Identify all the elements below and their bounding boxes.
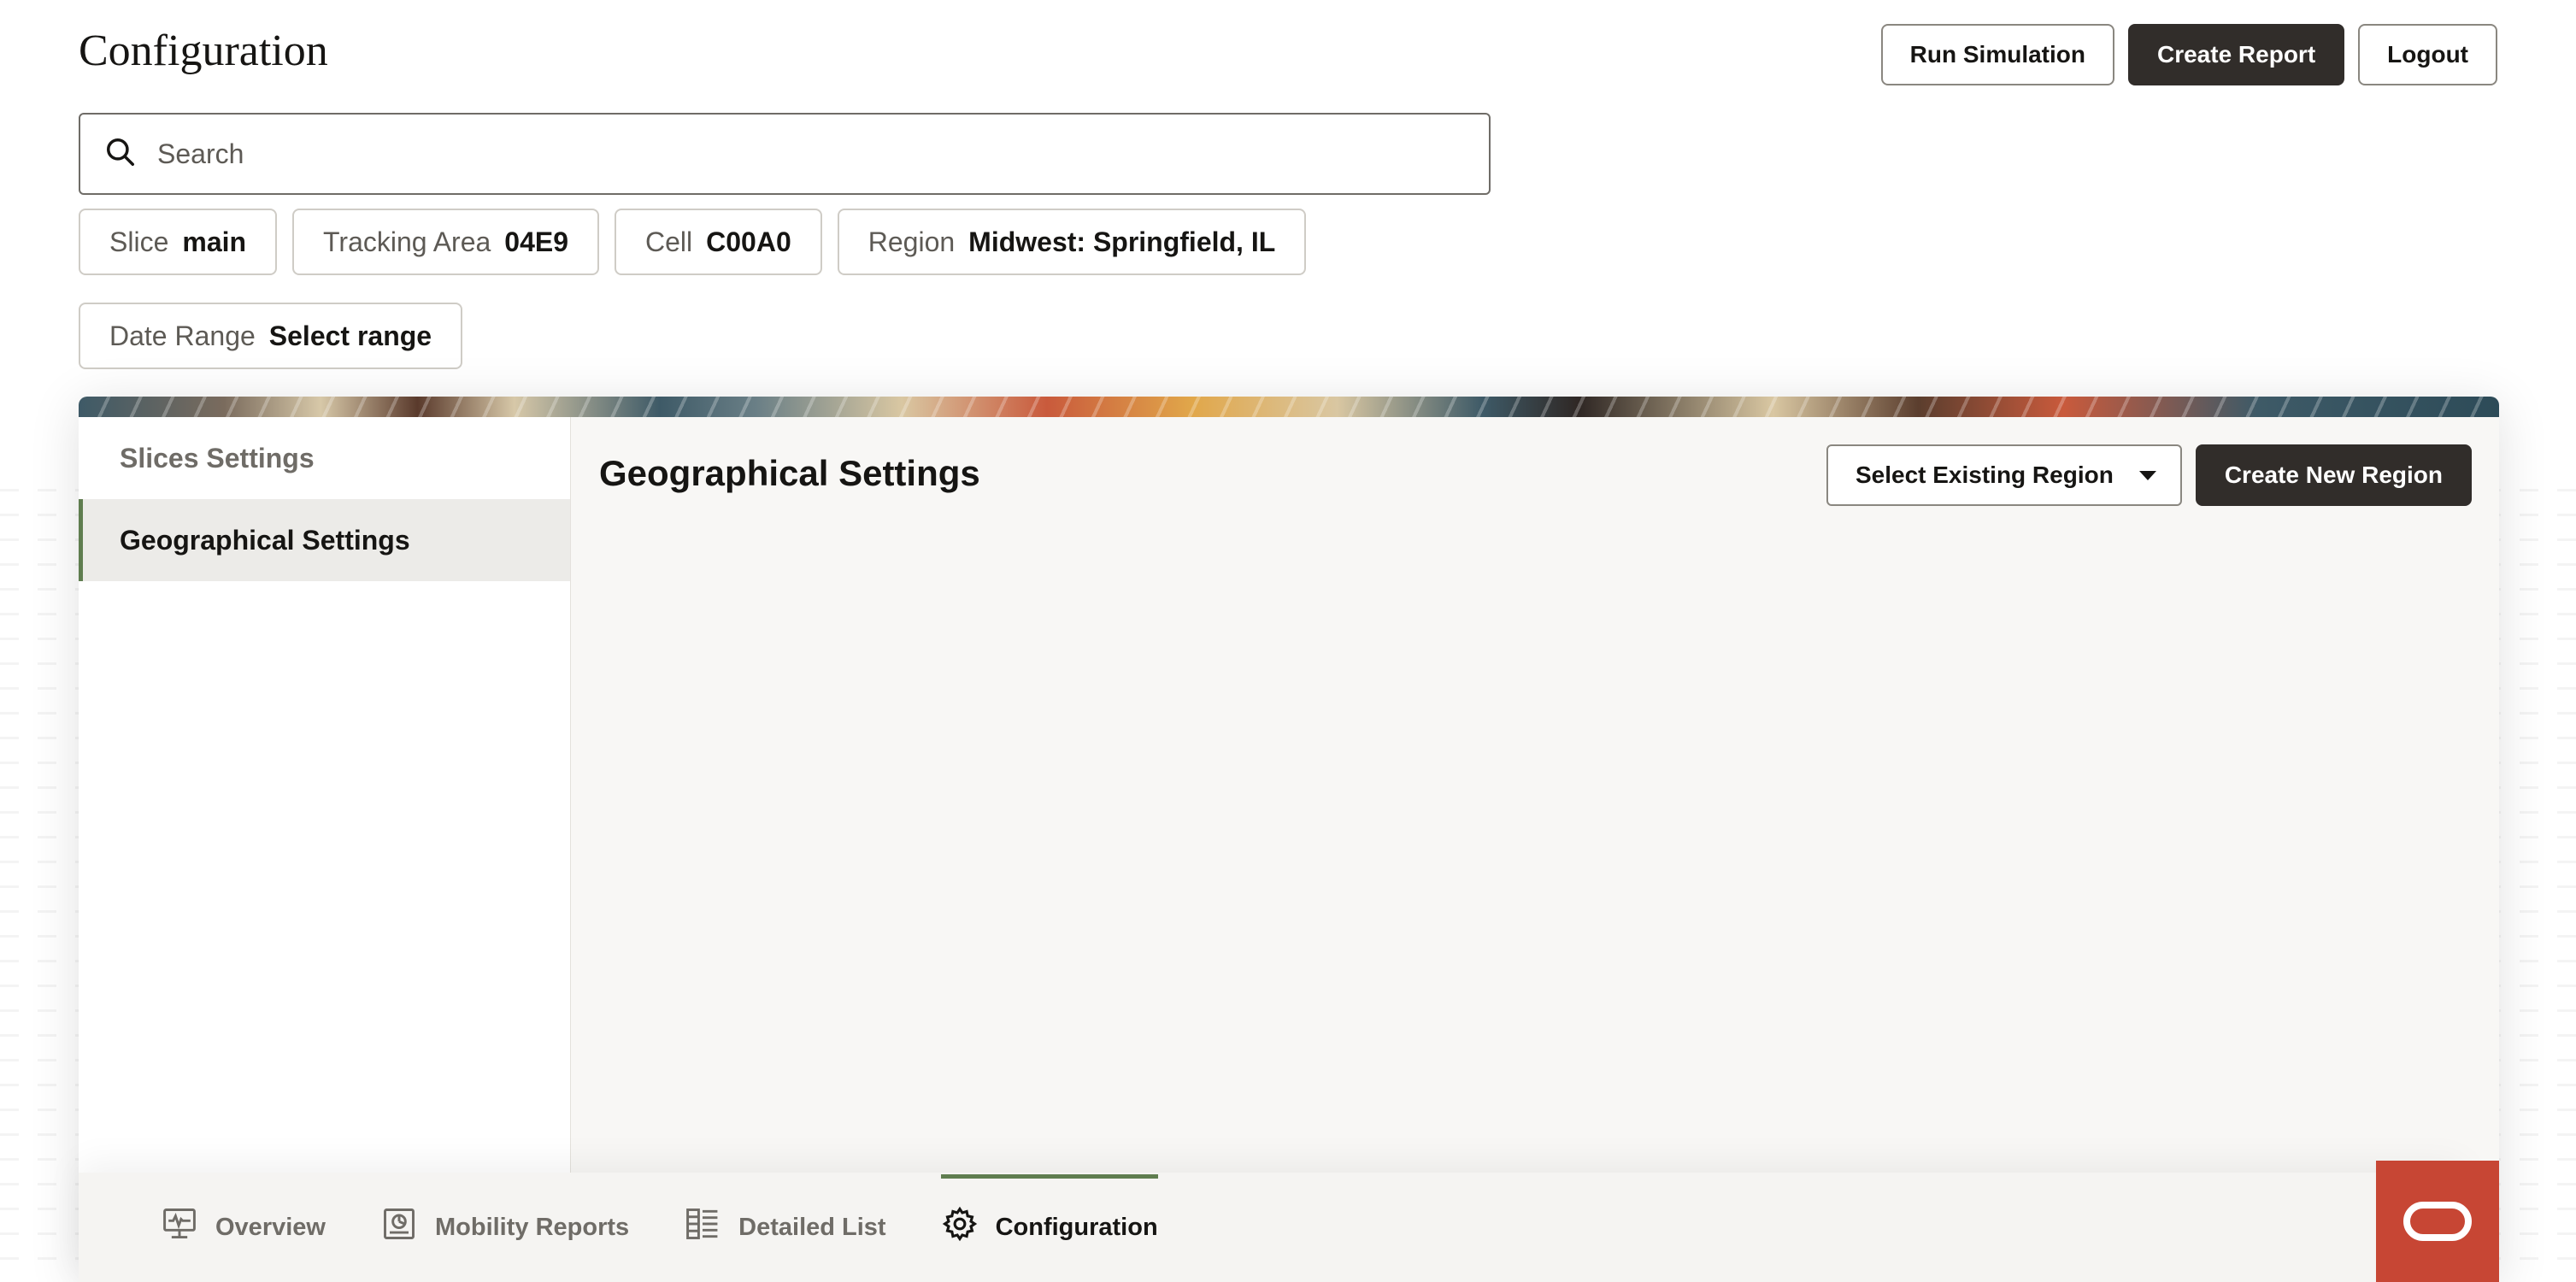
filter-chip-label: Cell: [645, 226, 693, 257]
filter-chip-value: Select range: [268, 320, 432, 351]
filter-chip-slice[interactable]: Slice main: [79, 209, 278, 275]
nav-item-overview[interactable]: Overview: [161, 1173, 326, 1282]
sidebar-item-slices-settings[interactable]: Slices Settings: [79, 417, 570, 499]
run-simulation-button[interactable]: Run Simulation: [1880, 24, 2114, 85]
sidebar-item-geographical-settings[interactable]: Geographical Settings: [79, 499, 570, 581]
create-report-button[interactable]: Create Report: [2127, 24, 2345, 85]
filter-chip-label: Date Range: [109, 320, 256, 351]
filter-chip-value: main: [182, 226, 247, 257]
search-bar: [79, 113, 1491, 195]
filter-chip-date-range[interactable]: Date Range Select range: [79, 303, 463, 369]
filter-chip-label: Slice: [109, 226, 169, 257]
list-icon: [684, 1205, 721, 1250]
page-title: Configuration: [79, 26, 328, 75]
filter-chip-region[interactable]: Region Midwest: Springfield, IL: [837, 209, 1307, 275]
filter-chip-value: Midwest: Springfield, IL: [968, 226, 1276, 257]
filter-chip-label: Tracking Area: [323, 226, 491, 257]
filter-chip-value: 04E9: [504, 226, 569, 257]
monitor-icon: [161, 1205, 198, 1250]
brand-logo-icon: [2403, 1202, 2472, 1241]
decorative-banner: [79, 397, 2499, 417]
select-existing-region-dropdown[interactable]: Select Existing Region: [1826, 444, 2182, 506]
dropdown-label: Select Existing Region: [1855, 462, 2114, 488]
search-input[interactable]: [157, 138, 1439, 170]
create-new-region-button[interactable]: Create New Region: [2195, 444, 2472, 506]
filter-chip-label: Region: [867, 226, 956, 257]
nav-item-detailed-list[interactable]: Detailed List: [684, 1173, 886, 1282]
filter-chip-tracking-area[interactable]: Tracking Area 04E9: [292, 209, 600, 275]
nav-item-configuration[interactable]: Configuration: [940, 1173, 1158, 1282]
brand-help-button[interactable]: [2376, 1161, 2499, 1282]
section-title: Geographical Settings: [599, 453, 980, 493]
header-actions: Run Simulation Create Report Logout: [1880, 24, 2497, 85]
nav-item-label: Configuration: [995, 1213, 1158, 1241]
settings-content: Geographical Settings Select Existing Re…: [572, 417, 2499, 1282]
filter-chip-value: C00A0: [706, 226, 791, 257]
nav-item-label: Overview: [215, 1213, 326, 1241]
settings-card: Slices Settings Geographical Settings Ge…: [79, 397, 2499, 1282]
search-icon: [104, 136, 137, 173]
logout-button[interactable]: Logout: [2358, 24, 2497, 85]
filter-chip-cell[interactable]: Cell C00A0: [615, 209, 822, 275]
nav-item-label: Mobility Reports: [434, 1213, 630, 1241]
filter-chips: Slice main Tracking Area 04E9 Cell C00A0…: [79, 209, 1532, 369]
nav-item-mobility-reports[interactable]: Mobility Reports: [380, 1173, 629, 1282]
bottom-navigation: Overview Mobility Reports Detailed List …: [79, 1173, 2463, 1282]
settings-sidebar: Slices Settings Geographical Settings: [79, 417, 571, 1282]
caret-down-icon: [2138, 470, 2156, 480]
gear-icon: [941, 1205, 979, 1250]
report-icon: [380, 1205, 418, 1250]
region-actions: Select Existing Region Create New Region: [1826, 444, 2472, 506]
nav-item-label: Detailed List: [738, 1213, 886, 1241]
